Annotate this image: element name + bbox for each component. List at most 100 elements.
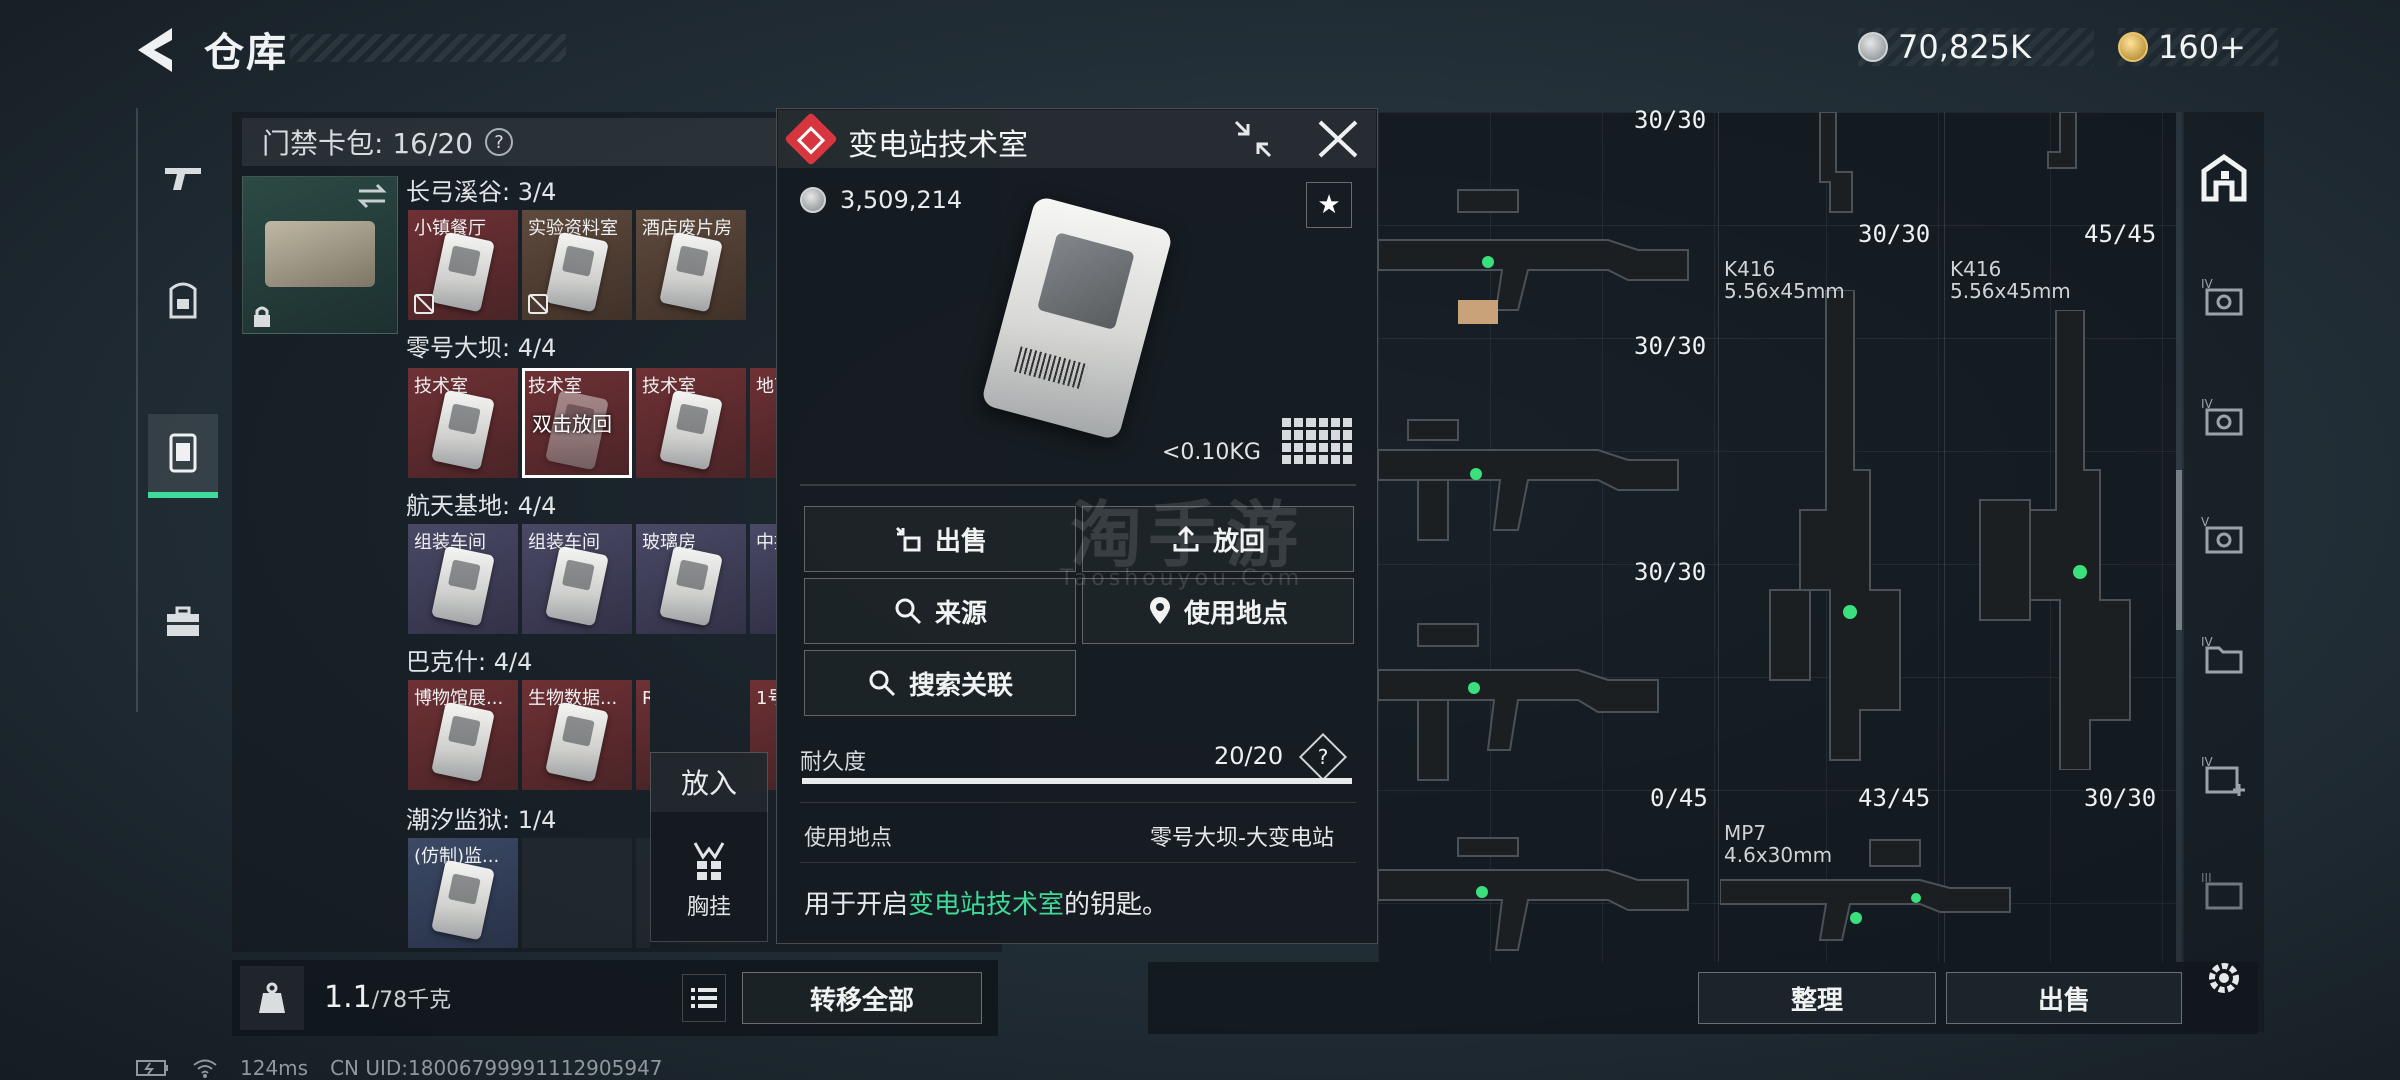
storage-overview-button[interactable] bbox=[2194, 148, 2254, 208]
category-label: 零号大坝: 4/4 bbox=[406, 334, 557, 362]
nav-keycards[interactable] bbox=[148, 414, 218, 498]
keycard-capacity: 门禁卡包: 16/20 bbox=[262, 127, 474, 160]
sort-button[interactable]: 整理 bbox=[1698, 972, 1936, 1024]
nav-supplies[interactable] bbox=[148, 580, 218, 664]
sell-label: 出售 bbox=[934, 526, 987, 557]
keycard-header: 门禁卡包: 16/20 ? bbox=[242, 118, 802, 166]
search-related-label: 搜索关联 bbox=[908, 670, 1013, 701]
keycard-slot[interactable]: 玻璃房 bbox=[636, 524, 746, 634]
durability-bar bbox=[802, 778, 1352, 784]
ammo-count: 30/30 bbox=[1634, 332, 1707, 360]
keycard-image bbox=[659, 231, 723, 313]
weapon-name: K416 bbox=[1950, 257, 2002, 281]
keycard-slot[interactable]: (仿制)监... bbox=[408, 838, 518, 948]
empty-keycard-slot[interactable] bbox=[636, 838, 650, 948]
keycard-slot-selected[interactable]: 技术室 双击放回 bbox=[522, 368, 632, 478]
list-icon bbox=[691, 988, 717, 1008]
keycard-slot[interactable]: 组装车间 bbox=[522, 524, 632, 634]
back-button[interactable] bbox=[132, 22, 184, 78]
gold-coin-icon bbox=[2118, 32, 2148, 62]
keycard-image bbox=[659, 545, 723, 627]
k416-rifle-item[interactable] bbox=[1740, 290, 1940, 770]
rifle-item[interactable] bbox=[1378, 820, 1708, 960]
chest-rig-option[interactable]: 胸挂 bbox=[650, 820, 768, 940]
close-icon bbox=[1318, 120, 1358, 158]
gold-amount: 160+ bbox=[2158, 28, 2246, 66]
backpack-icon bbox=[169, 282, 197, 319]
storage-add-icon: IV bbox=[2201, 755, 2245, 796]
keycard-image bbox=[545, 545, 609, 627]
nav-equipment[interactable] bbox=[148, 258, 218, 342]
storage-scroll-thumb[interactable] bbox=[2176, 470, 2182, 630]
wifi-icon bbox=[193, 1059, 217, 1078]
favorite-button[interactable]: ★ bbox=[1306, 182, 1352, 228]
swap-icon bbox=[357, 183, 387, 209]
keycard-image bbox=[431, 545, 495, 627]
empty-keycard-slot[interactable] bbox=[522, 838, 632, 948]
description-text: 用于开启 bbox=[804, 890, 909, 920]
rifle-item[interactable] bbox=[1378, 390, 1708, 550]
settings-button[interactable] bbox=[2194, 948, 2254, 1008]
storage-page-button[interactable]: IV bbox=[2194, 268, 2254, 328]
weapon-ammo: 4.6x30mm bbox=[1724, 843, 1833, 867]
k416-rifle-item[interactable] bbox=[1960, 310, 2170, 770]
gold-currency[interactable]: 160+ bbox=[2118, 28, 2278, 66]
collapse-button[interactable] bbox=[1228, 116, 1278, 162]
ammo-count: 45/45 bbox=[2084, 220, 2157, 248]
collapse-icon bbox=[1234, 120, 1272, 158]
ammo-count: 30/30 bbox=[1634, 106, 1707, 134]
keycard-slot[interactable]: 小镇餐厅 bbox=[408, 210, 518, 320]
keycard-slot[interactable]: 实验资料室 bbox=[522, 210, 632, 320]
ammo-count: 0/45 bbox=[1650, 784, 1708, 812]
location-pin-icon bbox=[1149, 597, 1170, 624]
source-button[interactable]: 来源 bbox=[804, 578, 1076, 644]
keycard-slot[interactable]: Relink植... bbox=[636, 680, 650, 790]
storage-page-button[interactable]: III bbox=[2194, 862, 2254, 922]
description-text: 的钥匙。 bbox=[1064, 890, 1169, 920]
uid: CN UID:18006799991112905947 bbox=[330, 1056, 663, 1080]
search-related-button[interactable]: 搜索关联 bbox=[804, 650, 1076, 716]
transfer-all-button[interactable]: 转移全部 bbox=[742, 972, 982, 1024]
usage-location-label: 使用地点 bbox=[804, 826, 893, 851]
category-label: 航天基地: 4/4 bbox=[406, 492, 557, 520]
weapon-name: K416 bbox=[1724, 257, 1776, 281]
ping: 124ms bbox=[240, 1056, 309, 1080]
weapon-label: K416 5.56x45mm bbox=[1724, 258, 1845, 302]
keycard-slot[interactable]: 组装车间 bbox=[408, 524, 518, 634]
close-button[interactable] bbox=[1312, 114, 1364, 164]
stock-item[interactable] bbox=[1800, 112, 1860, 232]
nav-weapons[interactable] bbox=[148, 136, 218, 220]
keycard-slot[interactable]: 地下 bbox=[750, 368, 776, 478]
keycard-slot[interactable]: 博物馆展... bbox=[408, 680, 518, 790]
list-view-button[interactable] bbox=[682, 974, 726, 1022]
item-title: 变电站技术室 bbox=[848, 128, 1028, 163]
storage-page-button[interactable]: IV bbox=[2194, 746, 2254, 806]
storage-page-button[interactable]: V bbox=[2194, 506, 2254, 566]
divider bbox=[800, 802, 1356, 803]
storage-page-button[interactable]: IV bbox=[2194, 626, 2254, 686]
title-decoration bbox=[290, 34, 566, 62]
rifle-item[interactable] bbox=[1378, 600, 1708, 800]
storage-page-button[interactable]: IV bbox=[2194, 388, 2254, 448]
rifle-item[interactable] bbox=[1378, 170, 1708, 330]
keycard-slot[interactable]: 中控 bbox=[750, 524, 776, 634]
divider bbox=[800, 862, 1356, 863]
keycard-image bbox=[431, 389, 495, 471]
sell-item-button[interactable]: 出售 bbox=[804, 506, 1076, 572]
sell-button[interactable]: 出售 bbox=[1946, 972, 2182, 1024]
keycard-help-button[interactable]: ? bbox=[485, 128, 514, 156]
keycard-slot[interactable]: 生物数据... bbox=[522, 680, 632, 790]
item-description: 用于开启变电站技术室的钥匙。 bbox=[804, 884, 1168, 921]
keycard-pack-image bbox=[265, 221, 375, 287]
location-label: 使用地点 bbox=[1183, 598, 1288, 629]
weight-icon-box bbox=[240, 966, 304, 1030]
watermark-url: Taoshouyou.Com bbox=[1060, 566, 1304, 591]
put-in-option[interactable]: 放入 bbox=[650, 752, 768, 812]
keycard-name: 1号 bbox=[756, 688, 776, 709]
page-title: 仓库 bbox=[204, 30, 288, 76]
keycard-slot[interactable]: 技术室 bbox=[636, 368, 746, 478]
stock-item[interactable] bbox=[2030, 112, 2090, 182]
keycard-slot[interactable]: 技术室 bbox=[408, 368, 518, 478]
keycard-slot[interactable]: 酒店废片房 bbox=[636, 210, 746, 320]
keycard-pack-slot[interactable] bbox=[242, 176, 398, 334]
